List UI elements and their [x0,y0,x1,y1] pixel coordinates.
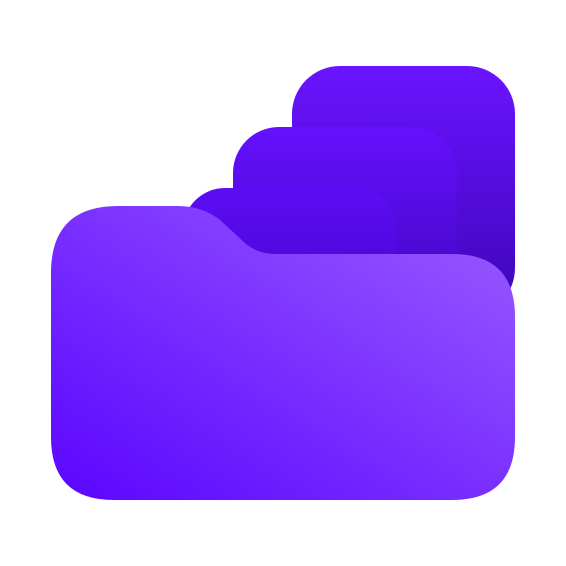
folder-stack-icon [51,66,515,500]
app-icon-canvas [0,0,566,566]
